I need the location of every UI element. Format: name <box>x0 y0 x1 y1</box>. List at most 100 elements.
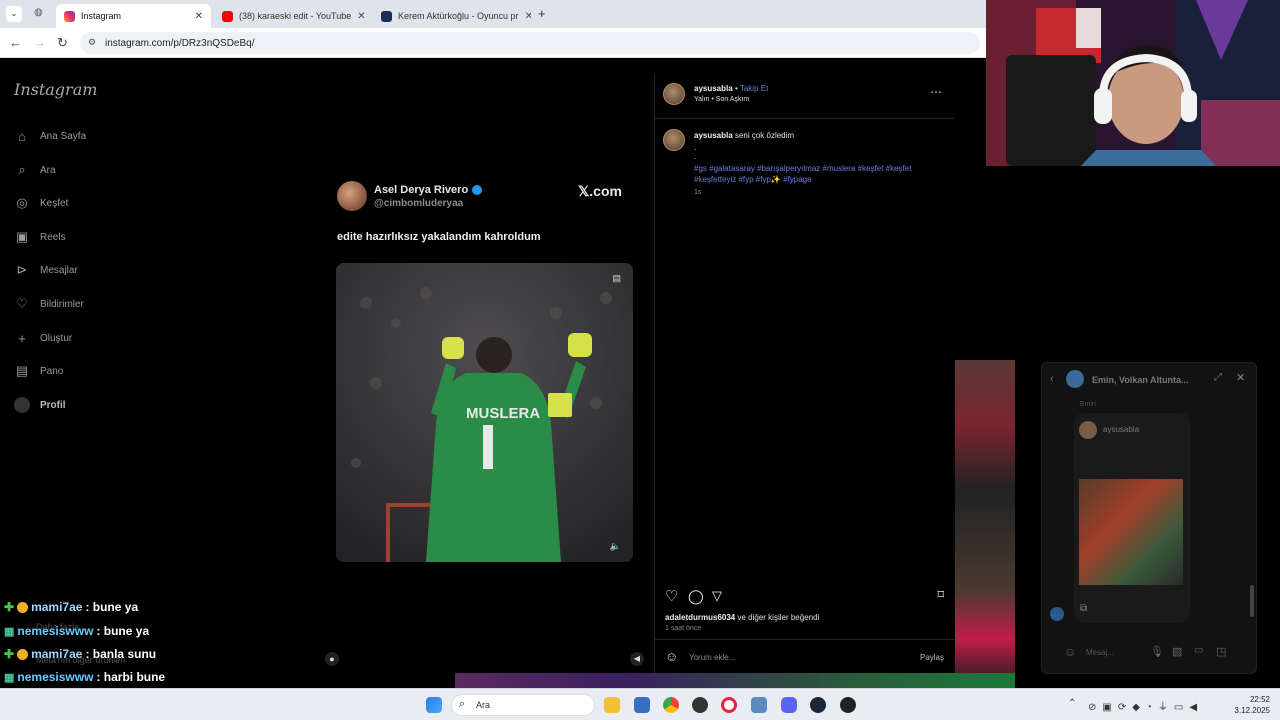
follow-button[interactable]: Takip Et <box>740 84 768 93</box>
share-icon[interactable]: ▽ <box>712 588 722 604</box>
file-explorer-icon[interactable] <box>604 697 620 713</box>
background-stream-thumbnail <box>955 360 1015 688</box>
browser-tab-bar: ⌄ ◍ Instagram ✕ (38) karaeski edit - You… <box>0 0 986 28</box>
back-chevron-icon[interactable]: ‹ <box>1050 373 1054 385</box>
chat-username[interactable]: mami7ae <box>31 600 82 614</box>
hashtags-line-1[interactable]: #gs #galatasaray #barışalperyılmaz #musl… <box>694 164 911 173</box>
search-icon: ⌕ <box>459 698 466 710</box>
plus-icon: + <box>18 330 26 346</box>
tab-transfermarkt[interactable]: Kerem Aktürkoğlu - Oyuncu pr ✕ <box>373 4 531 28</box>
store-icon[interactable] <box>634 697 650 713</box>
more-options-icon[interactable]: ⋯ <box>930 85 942 99</box>
nav-label: Profil <box>40 399 66 411</box>
reload-icon[interactable]: ↻ <box>57 35 68 51</box>
close-tab-icon[interactable]: ✕ <box>357 11 365 22</box>
chat-username[interactable]: nemesiswww <box>17 624 93 638</box>
discord-icon[interactable] <box>781 697 797 713</box>
likes-user[interactable]: adaletdurmus6034 <box>665 613 735 622</box>
expand-icon[interactable]: ⤢ <box>1214 372 1222 383</box>
close-tab-icon[interactable]: ✕ <box>525 11 531 22</box>
dm-title[interactable]: Emin, Volkan Altunta... <box>1092 375 1189 385</box>
comment-icon[interactable]: ◯ <box>688 588 704 605</box>
tab-youtube[interactable]: (38) karaeski edit - YouTube ✕ <box>214 4 372 28</box>
chrome-icon[interactable] <box>663 697 679 713</box>
share-comment-button[interactable]: Paylaş <box>920 653 944 662</box>
hashtags-line-2[interactable]: #keşfetteyiz #fyp #fyp✨ #fypage <box>694 175 812 184</box>
tweet-author-name: Asel Derya Rivero <box>374 184 483 196</box>
chat-username[interactable]: nemesiswww <box>17 670 93 684</box>
caption-username[interactable]: aysusabla <box>694 131 733 140</box>
nav-explore[interactable]: ◎ Keşfet <box>14 195 68 211</box>
reply-icon[interactable]: ⧉ <box>1080 603 1087 614</box>
clock-time: 22:52 <box>1249 695 1270 704</box>
caption-avatar[interactable] <box>663 129 685 151</box>
sticker-icon[interactable]: ◳ <box>1216 645 1226 658</box>
scrollbar[interactable] <box>1250 585 1254 617</box>
nav-reels[interactable]: ▣ Reels <box>14 229 66 245</box>
transfermarkt-favicon-icon <box>381 10 392 22</box>
nav-create[interactable]: + Oluştur <box>14 330 72 346</box>
clock[interactable]: 22:52 3.12.2025 <box>1226 694 1270 716</box>
nav-messages[interactable]: ⊳ Mesajlar <box>14 262 78 278</box>
image-icon[interactable]: ▨ <box>1172 645 1182 658</box>
group-avatar[interactable] <box>1066 370 1084 388</box>
profile-icon <box>14 397 30 413</box>
background-stream-thumbnail <box>455 673 1015 688</box>
caption-dot-2: . <box>694 152 697 161</box>
post-video[interactable]: MUSLERA ▤ 🔈 <box>336 263 633 562</box>
opera-icon[interactable] <box>721 697 737 713</box>
chat-text: : bune ya <box>96 624 150 638</box>
forward-arrow-icon[interactable]: → <box>33 35 46 50</box>
divider <box>655 118 955 119</box>
save-bookmark-icon[interactable]: ⌑ <box>937 587 944 603</box>
audio-track[interactable]: Yalın • Son Aşkım <box>694 96 749 103</box>
taskbar-search-label: Ara <box>476 700 491 710</box>
chat-username[interactable]: mami7ae <box>31 647 82 661</box>
obs-icon[interactable] <box>692 697 708 713</box>
like-heart-icon[interactable]: ♡ <box>665 587 678 605</box>
volume-icon[interactable]: 🔈 <box>610 541 621 552</box>
tray-icons[interactable]: ⊘▣⟳◆◔⏚▭◀ <box>1088 698 1203 713</box>
emoji-icon[interactable]: ☺ <box>1064 645 1076 659</box>
close-tab-icon[interactable]: ✕ <box>195 11 203 22</box>
back-arrow-icon[interactable]: ← <box>9 35 22 50</box>
shared-post-avatar <box>1079 421 1097 439</box>
tab-list-dropdown-icon[interactable]: ⌄ <box>6 6 22 22</box>
tab-pinned-icon[interactable]: ◍ <box>34 7 43 18</box>
author-avatar[interactable] <box>663 83 685 105</box>
sub-badge-icon <box>17 601 29 613</box>
windows-start-icon[interactable] <box>426 697 442 713</box>
chat-text: : harbi bune <box>96 670 166 684</box>
steam-icon[interactable] <box>810 697 826 713</box>
settings-icon[interactable] <box>751 697 767 713</box>
nav-notifications[interactable]: ♡ Bildirimler <box>14 296 84 312</box>
microphone-icon[interactable]: 🎙 <box>1150 645 1164 658</box>
url-field[interactable]: ⚙ instagram.com/p/DRz3nQSDeBq/ <box>80 32 980 54</box>
author-username[interactable]: aysusabla <box>694 84 733 93</box>
tag-people-icon[interactable]: ● <box>325 652 339 666</box>
nav-home[interactable]: ⌂ Ana Sayfa <box>14 128 86 144</box>
chat-message: ▦ nemesiswww : harbi bune <box>4 670 165 684</box>
app-icon[interactable] <box>840 697 856 713</box>
gift-badge-icon: ✚ <box>4 647 15 661</box>
message-input[interactable]: Mesaj... <box>1086 648 1114 657</box>
nav-dashboard[interactable]: ▤ Pano <box>14 363 64 379</box>
nav-search[interactable]: ⌕ Ara <box>14 162 55 178</box>
emoji-icon[interactable]: ☺ <box>665 649 678 664</box>
tab-instagram[interactable]: Instagram ✕ <box>56 4 211 28</box>
shared-post-card[interactable]: aysusabla <box>1074 413 1190 623</box>
chat-text: : bune ya <box>85 600 139 614</box>
new-tab-button[interactable]: + <box>538 6 546 21</box>
verified-badge-icon <box>472 185 483 195</box>
nav-profile[interactable]: Profil <box>14 397 66 413</box>
instagram-logo[interactable]: Instagram <box>14 80 97 99</box>
tray-chevron-icon[interactable]: ⌃ <box>1068 698 1076 709</box>
chat-message: ✚ mami7ae : bune ya <box>4 600 138 614</box>
taskbar-search[interactable]: ⌕ Ara <box>451 694 595 716</box>
close-dm-icon[interactable]: ✕ <box>1236 371 1245 384</box>
reel-volume-icon[interactable]: ◀ <box>630 652 644 666</box>
gif-icon[interactable]: ▭ <box>1194 645 1203 656</box>
comment-input[interactable]: Yorum ekle... <box>689 653 735 662</box>
gallery-icon: ▤ <box>612 273 621 283</box>
site-info-icon[interactable]: ⚙ <box>88 37 96 48</box>
